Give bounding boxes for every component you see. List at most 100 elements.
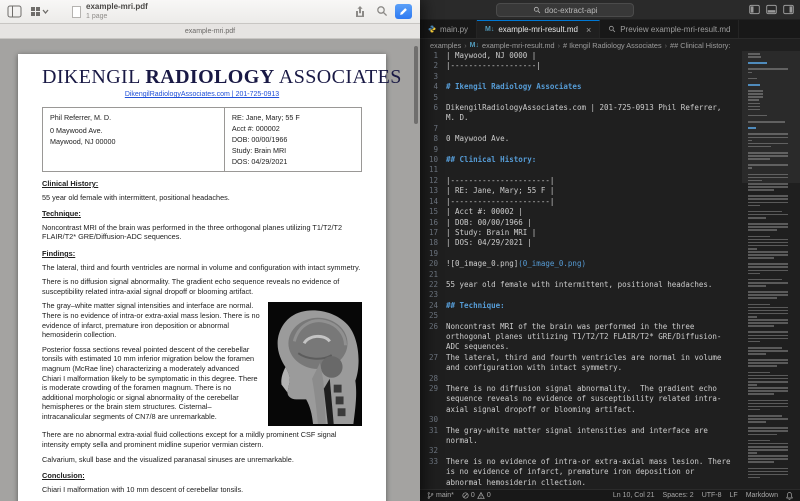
line-number[interactable]: 32 [420, 446, 446, 456]
line-number[interactable]: 20 [420, 259, 446, 269]
toggle-secondary-sidebar-icon[interactable] [783, 4, 794, 15]
line-number[interactable]: 10 [420, 155, 446, 165]
line-content [446, 311, 734, 321]
share-icon[interactable] [354, 5, 366, 18]
document-body: Clinical History: 55 year old female wit… [42, 179, 362, 494]
line-number[interactable]: 13 [420, 186, 446, 196]
line-number[interactable]: 31 [420, 426, 446, 447]
mri-brain-image [268, 302, 362, 426]
breadcrumb-folder[interactable]: examples [430, 41, 461, 50]
preview-tab-bar: example-mri.pdf [0, 24, 420, 39]
line-number[interactable]: 24 [420, 301, 446, 311]
patient-info-table: Phil Referrer, M. D. 0 Maywood Ave. Mayw… [42, 107, 362, 172]
line-number[interactable]: 22 [420, 280, 446, 290]
paragraph: The lateral, third and fourth ventricles… [42, 263, 362, 273]
problems-indicator[interactable]: 0 0 [462, 492, 491, 499]
section-findings: Findings: The lateral, third and fourth … [42, 249, 362, 464]
breadcrumb-file[interactable]: example-mri-result.md [482, 41, 555, 50]
git-branch-indicator[interactable]: main* [427, 491, 454, 500]
error-icon [462, 492, 469, 499]
notifications-bell-icon[interactable] [786, 492, 793, 500]
line-number[interactable]: 28 [420, 374, 446, 384]
line-number[interactable]: 2 [420, 61, 446, 71]
cursor-position[interactable]: Ln 10, Col 21 [613, 492, 655, 499]
toggle-sidebar-icon[interactable] [749, 4, 760, 15]
view-options-icon[interactable] [30, 5, 50, 18]
contact-link[interactable]: DikengilRadiologyAssociates.com | 201-72… [42, 91, 362, 98]
breadcrumb: examples › M↓ example-mri-result.md › # … [420, 39, 800, 51]
line-number[interactable]: 1 [420, 51, 446, 61]
minimap[interactable] [742, 51, 800, 489]
line-number[interactable]: 9 [420, 145, 446, 155]
line-number[interactable]: 27 [420, 353, 446, 374]
breadcrumb-symbol-h1[interactable]: # Ikengil Radiology Associates [563, 41, 662, 50]
line-number[interactable]: 33 [420, 457, 446, 488]
pdf-scrollbar[interactable] [414, 46, 418, 124]
markdown-file-icon: M↓ [470, 42, 479, 49]
line-number[interactable]: 12 [420, 176, 446, 186]
breadcrumb-symbol-h2[interactable]: ## Clinical History: [670, 41, 730, 50]
line-content: ![0_image_0.png](0_image_0.png) [446, 259, 734, 269]
line-number[interactable]: 19 [420, 249, 446, 259]
section-conclusion: Conclusion: Chiari I malformation with 1… [42, 471, 362, 494]
line-content [446, 165, 734, 175]
line-content: There is no evidence of intra-or extra-a… [446, 457, 734, 488]
search-icon[interactable] [376, 5, 388, 17]
pdf-page: DIKENGIL RADIOLOGY ASSOCIATES DikengilRa… [18, 54, 386, 501]
line-number[interactable]: 16 [420, 218, 446, 228]
line-number[interactable]: 21 [420, 270, 446, 280]
line-number[interactable]: 18 [420, 238, 446, 248]
line-number[interactable]: 29 [420, 384, 446, 415]
line-content [446, 446, 734, 456]
line-content [446, 72, 734, 82]
line-content [446, 93, 734, 103]
command-center[interactable]: doc-extract-api [496, 3, 634, 17]
tab-main-py[interactable]: main.py [420, 20, 477, 38]
sidebar-toggle-icon[interactable] [7, 5, 22, 18]
eol-setting[interactable]: LF [730, 492, 738, 499]
line-content [446, 415, 734, 425]
markup-button[interactable] [395, 4, 412, 19]
preview-tab[interactable]: example-mri.pdf [185, 28, 235, 35]
tab-markdown-preview[interactable]: Preview example-mri-result.md [600, 20, 739, 38]
section-technique: Technique: Noncontrast MRI of the brain … [42, 209, 362, 242]
line-content: | DOS: 04/29/2021 | [446, 238, 734, 248]
toggle-panel-icon[interactable] [766, 4, 777, 15]
tab-label: example-mri-result.md [498, 25, 578, 34]
minimap-lines [748, 53, 800, 478]
line-number[interactable]: 15 [420, 207, 446, 217]
tab-example-mri-result[interactable]: M↓ example-mri-result.md × [477, 20, 600, 38]
line-content: ## Clinical History: [446, 155, 734, 165]
line-content: | Acct #: 00002 | [446, 207, 734, 217]
pdf-viewport[interactable]: DIKENGIL RADIOLOGY ASSOCIATES DikengilRa… [0, 40, 420, 501]
line-content: DikengilRadiologyAssociates.com | 201-72… [446, 103, 734, 124]
line-content: The lateral, third and fourth ventricles… [446, 353, 734, 374]
line-content: ## Technique: [446, 301, 734, 311]
encoding-setting[interactable]: UTF-8 [702, 492, 722, 499]
window-title: example-mri.pdf [86, 2, 148, 11]
line-number[interactable]: 11 [420, 165, 446, 175]
line-number[interactable]: 7 [420, 124, 446, 134]
line-number[interactable]: 4 [420, 82, 446, 92]
paragraph: There are no abnormal extra-axial fluid … [42, 430, 362, 449]
line-number[interactable]: 25 [420, 311, 446, 321]
line-number[interactable]: 6 [420, 103, 446, 124]
line-number[interactable]: 3 [420, 72, 446, 82]
line-number[interactable]: 5 [420, 93, 446, 103]
referrer-city: Maywood, NJ 00000 [50, 136, 217, 147]
close-icon[interactable]: × [586, 25, 591, 35]
line-number[interactable]: 26 [420, 322, 446, 353]
branch-icon [427, 491, 434, 500]
section-heading: Conclusion: [42, 471, 362, 481]
patient-study: Study: Brain MRI [232, 145, 354, 156]
line-number[interactable]: 17 [420, 228, 446, 238]
language-mode[interactable]: Markdown [746, 492, 778, 499]
line-number[interactable]: 23 [420, 290, 446, 300]
line-number[interactable]: 8 [420, 134, 446, 144]
indentation-setting[interactable]: Spaces: 2 [663, 492, 694, 499]
line-content: | DOB: 00/00/1966 | [446, 218, 734, 228]
line-number[interactable]: 14 [420, 197, 446, 207]
line-number[interactable]: 30 [420, 415, 446, 425]
status-bar: main* 0 0 Ln 10, Col 21 Spaces: 2 UTF-8 … [420, 489, 800, 501]
line-content: | Maywood, NJ 0000 | [446, 51, 734, 61]
